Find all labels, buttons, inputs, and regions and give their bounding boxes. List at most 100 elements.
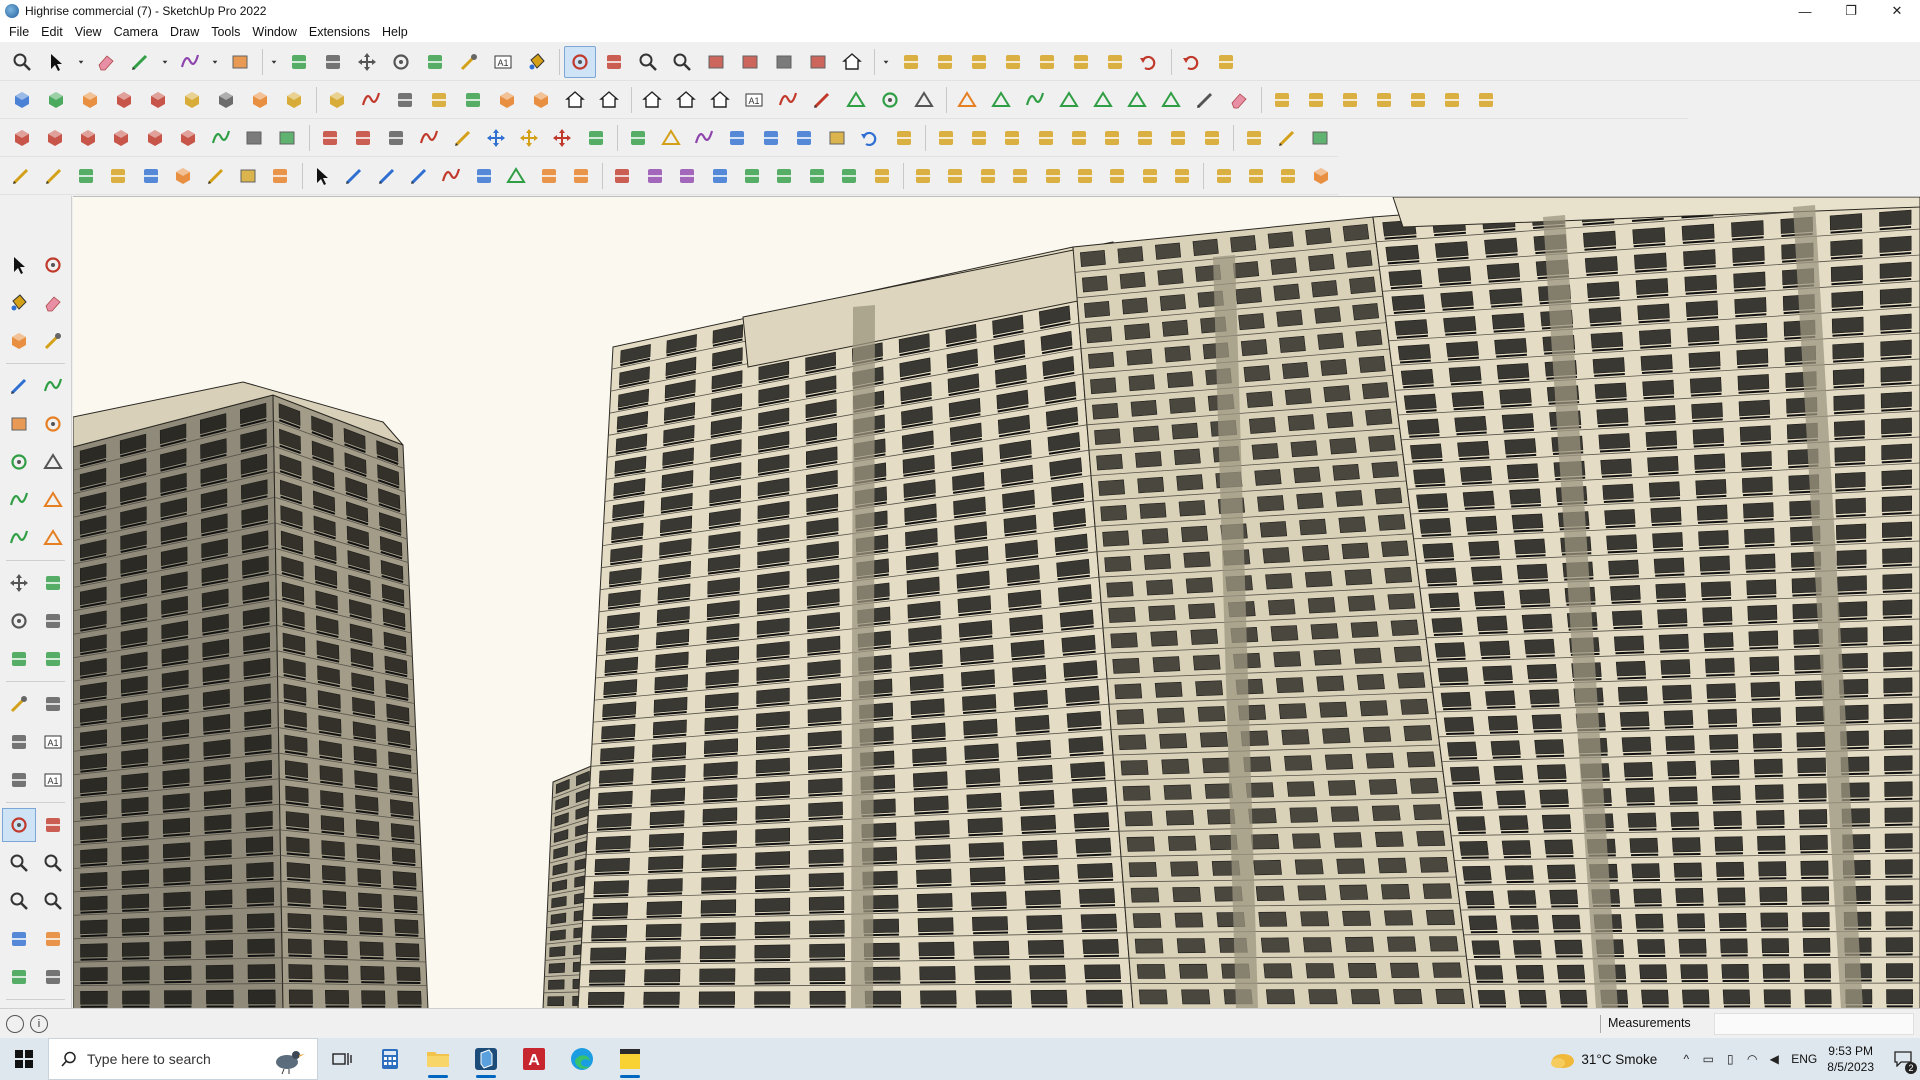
rectangle-red-tool[interactable] <box>239 122 270 154</box>
component-tool[interactable] <box>168 160 198 192</box>
rotate-tool[interactable] <box>2 604 36 638</box>
extension-tool[interactable] <box>1238 122 1269 154</box>
brush-tool[interactable] <box>834 160 864 192</box>
solid-combine-tool[interactable] <box>321 84 353 116</box>
line-red-tool[interactable] <box>1189 84 1221 116</box>
weather-widget[interactable]: 31°C Smoke <box>1549 1049 1657 1069</box>
gear-tool[interactable] <box>136 160 166 192</box>
solid-split-tool[interactable] <box>210 84 242 116</box>
extension-tool[interactable] <box>1368 84 1400 116</box>
lasso-tool[interactable] <box>174 46 206 78</box>
extension-tool[interactable] <box>1096 122 1127 154</box>
cube-tool[interactable] <box>1306 160 1336 192</box>
redo-tool[interactable] <box>1176 46 1208 78</box>
car-tool[interactable] <box>71 160 101 192</box>
component-tool[interactable] <box>491 84 523 116</box>
curve-tool[interactable] <box>355 84 387 116</box>
followme-tool[interactable] <box>36 604 70 638</box>
tape-measure-tool[interactable] <box>2 687 36 721</box>
extrude-tool[interactable] <box>106 122 137 154</box>
shape-tool[interactable] <box>1121 84 1153 116</box>
sandbox-stamp-tool[interactable] <box>768 46 800 78</box>
scale-tool[interactable] <box>580 122 611 154</box>
eraser-pink-tool[interactable] <box>1223 84 1255 116</box>
node-tool[interactable] <box>722 122 753 154</box>
pie-tool[interactable] <box>36 483 70 517</box>
rotated-rectangle-tool[interactable] <box>36 407 70 441</box>
rail-tool[interactable] <box>566 160 596 192</box>
undo-tool[interactable] <box>1133 46 1165 78</box>
circle-tool[interactable] <box>2 445 36 479</box>
pie-tool[interactable] <box>36 521 70 555</box>
taskbar-file-explorer[interactable] <box>414 1038 462 1080</box>
walk-tool[interactable] <box>2 960 36 994</box>
spline-tool[interactable] <box>6 160 36 192</box>
warehouse-tool[interactable] <box>836 46 868 78</box>
extension-tool[interactable] <box>1065 46 1097 78</box>
volume-icon[interactable]: ◀ <box>1763 1038 1785 1080</box>
extension-tool[interactable] <box>1163 122 1194 154</box>
extension-tool[interactable] <box>908 160 938 192</box>
pan-tool[interactable] <box>598 46 630 78</box>
extension-tool[interactable] <box>963 122 994 154</box>
menu-edit[interactable]: Edit <box>35 22 69 42</box>
extension-tool[interactable] <box>1130 122 1161 154</box>
scale-tool[interactable] <box>622 122 653 154</box>
pencil-tool[interactable] <box>124 46 156 78</box>
eraser-tool[interactable] <box>90 46 122 78</box>
node-tool[interactable] <box>788 122 819 154</box>
scale-tool[interactable] <box>2 642 36 676</box>
move-tool[interactable] <box>351 46 383 78</box>
dropdown-button[interactable] <box>208 46 222 78</box>
menu-extensions[interactable]: Extensions <box>303 22 376 42</box>
sandbox-tool[interactable] <box>700 46 732 78</box>
box-tool[interactable] <box>233 160 263 192</box>
meet-now-icon[interactable]: ▭ <box>1697 1038 1719 1080</box>
paint-bucket-tool[interactable] <box>2 286 36 320</box>
arrow-tool[interactable] <box>307 160 337 192</box>
extension-tool[interactable] <box>1063 122 1094 154</box>
extension-tool[interactable] <box>929 46 961 78</box>
spline-tool[interactable] <box>1272 122 1303 154</box>
minimize-button[interactable]: — <box>1782 0 1828 22</box>
ellipse-tool[interactable] <box>951 84 983 116</box>
offset-tool[interactable] <box>36 642 70 676</box>
curve-tool[interactable] <box>414 122 445 154</box>
rectangle-tool[interactable] <box>224 46 256 78</box>
maximize-button[interactable]: ❐ <box>1828 0 1874 22</box>
line-tool[interactable] <box>404 160 434 192</box>
shape-tool[interactable] <box>1053 84 1085 116</box>
frame-tool[interactable] <box>314 122 345 154</box>
zoom-window-tool[interactable] <box>36 846 70 880</box>
extension-tool[interactable] <box>895 46 927 78</box>
lasso-tool[interactable] <box>689 122 720 154</box>
circle-tool[interactable] <box>874 84 906 116</box>
taskbar-sketchup[interactable] <box>462 1038 510 1080</box>
axes-tool[interactable] <box>2 763 36 797</box>
paint-bucket-tool[interactable] <box>521 46 553 78</box>
extrude-tool[interactable] <box>72 122 103 154</box>
menu-window[interactable]: Window <box>246 22 302 42</box>
arc-tool[interactable] <box>1019 84 1051 116</box>
component-tool[interactable] <box>2 324 36 358</box>
extension-tool[interactable] <box>1099 46 1131 78</box>
zoom-extents-tool[interactable] <box>666 46 698 78</box>
shape-tool[interactable] <box>1155 84 1187 116</box>
section-plane-tool[interactable] <box>36 960 70 994</box>
dropdown-button[interactable] <box>267 46 281 78</box>
section-plane-tool[interactable] <box>389 84 421 116</box>
curve-tool[interactable] <box>436 160 466 192</box>
sandbox-drape-tool[interactable] <box>802 46 834 78</box>
extension-tool[interactable] <box>1266 84 1298 116</box>
warning-tool[interactable] <box>655 122 686 154</box>
text-tool[interactable]: A1 <box>36 725 70 759</box>
building-tool[interactable] <box>704 84 736 116</box>
roof-tool[interactable] <box>636 84 668 116</box>
freehand-tool[interactable] <box>36 369 70 403</box>
hand-tool[interactable] <box>607 160 637 192</box>
zoom-tool[interactable] <box>632 46 664 78</box>
stair-tool[interactable] <box>469 160 499 192</box>
parallelogram-tool[interactable] <box>985 84 1017 116</box>
extension-tool[interactable] <box>1436 84 1468 116</box>
dimension-tool[interactable] <box>36 687 70 721</box>
